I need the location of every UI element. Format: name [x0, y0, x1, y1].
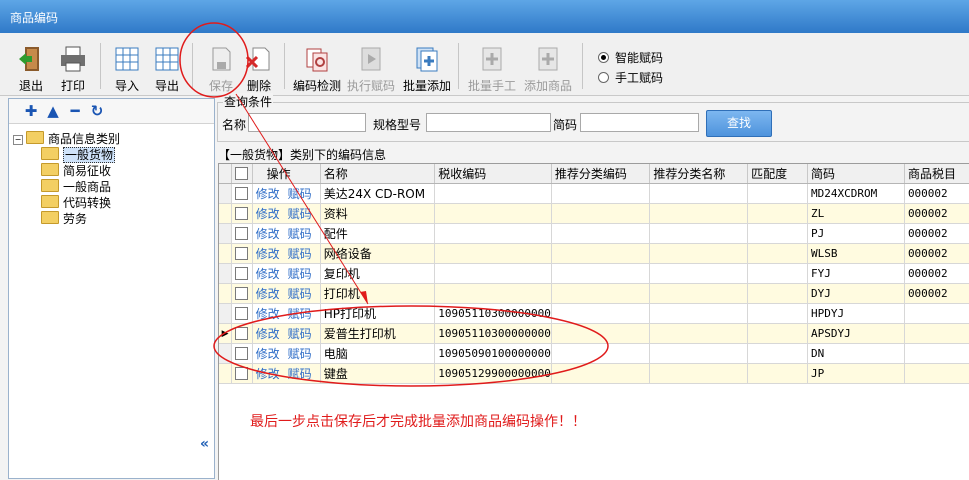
- annotation-arrow: [235, 93, 369, 305]
- rows-highlight-ellipse: [213, 305, 609, 387]
- annotation-note: 最后一步点击保存后才完成批量添加商品编码操作！！: [250, 414, 586, 430]
- save-highlight-circle: [179, 22, 249, 98]
- annotation-overlay: [179, 22, 609, 387]
- arrow-head-icon: [360, 291, 368, 304]
